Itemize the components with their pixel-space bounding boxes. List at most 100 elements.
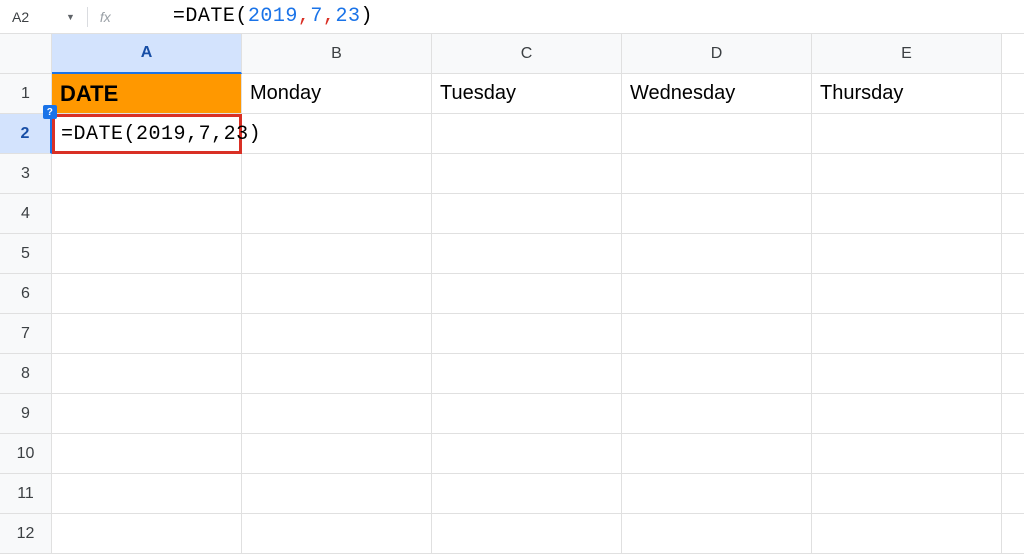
cell-d3[interactable] [622,154,812,194]
cell-b4[interactable] [242,194,432,234]
cell-d4[interactable] [622,194,812,234]
cell-c11[interactable] [432,474,622,514]
col-header-e[interactable]: E [812,34,1002,74]
extra-col [1002,154,1024,194]
cell-a11[interactable] [52,474,242,514]
cell-b5[interactable] [242,234,432,274]
cell-e5[interactable] [812,234,1002,274]
cell-d6[interactable] [622,274,812,314]
extra-col [1002,314,1024,354]
cell-a8[interactable] [52,354,242,394]
select-all-corner[interactable] [0,34,52,74]
cell-b3[interactable] [242,154,432,194]
name-box-dropdown-icon[interactable]: ▼ [66,12,75,22]
cell-e4[interactable] [812,194,1002,234]
cell-c7[interactable] [432,314,622,354]
formula-arg1: 2019 [248,5,298,28]
spreadsheet-grid[interactable]: A B C D E 1 DATE Monday Tuesday Wednesda… [0,34,1024,554]
cell-b12[interactable] [242,514,432,554]
cell-e3[interactable] [812,154,1002,194]
row-header-6[interactable]: 6 [0,274,52,314]
edit-func: DATE [74,123,124,146]
row-header-3[interactable]: 3 [0,154,52,194]
edit-comma2: , [211,123,224,146]
col-header-b[interactable]: B [242,34,432,74]
formula-open-paren: ( [235,5,248,28]
cell-d11[interactable] [622,474,812,514]
cell-b11[interactable] [242,474,432,514]
cell-a1[interactable]: DATE [52,74,242,114]
extra-col [1002,514,1024,554]
name-box[interactable]: A2 [8,6,58,28]
cell-c12[interactable] [432,514,622,554]
extra-col [1002,474,1024,514]
cell-a10[interactable] [52,434,242,474]
row-header-10[interactable]: 10 [0,434,52,474]
cell-d12[interactable] [622,514,812,554]
cell-c2[interactable] [432,114,622,154]
cell-d9[interactable] [622,394,812,434]
edit-eq: = [61,123,74,146]
cell-e6[interactable] [812,274,1002,314]
cell-a2-editing[interactable]: ? =DATE(2019,7,23) [52,114,242,154]
col-header-a[interactable]: A [52,34,242,74]
cell-d10[interactable] [622,434,812,474]
cell-b9[interactable] [242,394,432,434]
cell-a9[interactable] [52,394,242,434]
cell-e2[interactable] [812,114,1002,154]
cell-a3[interactable] [52,154,242,194]
cell-a6[interactable] [52,274,242,314]
col-header-c[interactable]: C [432,34,622,74]
cell-e9[interactable] [812,394,1002,434]
row-header-2[interactable]: 2 [0,114,52,154]
cell-e12[interactable] [812,514,1002,554]
cell-c1[interactable]: Tuesday [432,74,622,114]
cell-c8[interactable] [432,354,622,394]
divider [87,7,88,27]
cell-c3[interactable] [432,154,622,194]
edit-arg3: 23 [224,123,249,146]
fx-icon[interactable]: fx [94,9,117,25]
cell-c4[interactable] [432,194,622,234]
cell-a12[interactable] [52,514,242,554]
cell-c10[interactable] [432,434,622,474]
cell-d5[interactable] [622,234,812,274]
cell-d1[interactable]: Wednesday [622,74,812,114]
col-header-d[interactable]: D [622,34,812,74]
edit-comma1: , [186,123,199,146]
cell-d7[interactable] [622,314,812,354]
cell-c9[interactable] [432,394,622,434]
cell-e1[interactable]: Thursday [812,74,1002,114]
cell-c6[interactable] [432,274,622,314]
cell-d2[interactable] [622,114,812,154]
formula-close-paren: ) [360,5,373,28]
cell-a5[interactable] [52,234,242,274]
cell-a4[interactable] [52,194,242,234]
cell-e10[interactable] [812,434,1002,474]
edit-arg2: 7 [199,123,212,146]
row-header-11[interactable]: 11 [0,474,52,514]
formula-comma2: , [323,5,336,28]
extra-col [1002,274,1024,314]
row-header-8[interactable]: 8 [0,354,52,394]
cell-d8[interactable] [622,354,812,394]
cell-b1[interactable]: Monday [242,74,432,114]
cell-e8[interactable] [812,354,1002,394]
cell-b6[interactable] [242,274,432,314]
formula-helper-icon[interactable]: ? [43,105,57,119]
cell-b8[interactable] [242,354,432,394]
cell-b7[interactable] [242,314,432,354]
cell-e7[interactable] [812,314,1002,354]
cell-c5[interactable] [432,234,622,274]
cell-b10[interactable] [242,434,432,474]
formula-arg2: 7 [310,5,323,28]
row-header-9[interactable]: 9 [0,394,52,434]
row-header-7[interactable]: 7 [0,314,52,354]
row-header-12[interactable]: 12 [0,514,52,554]
formula-comma1: , [298,5,311,28]
cell-e11[interactable] [812,474,1002,514]
cell-a7[interactable] [52,314,242,354]
row-header-5[interactable]: 5 [0,234,52,274]
row-header-4[interactable]: 4 [0,194,52,234]
cell-b2[interactable] [242,114,432,154]
